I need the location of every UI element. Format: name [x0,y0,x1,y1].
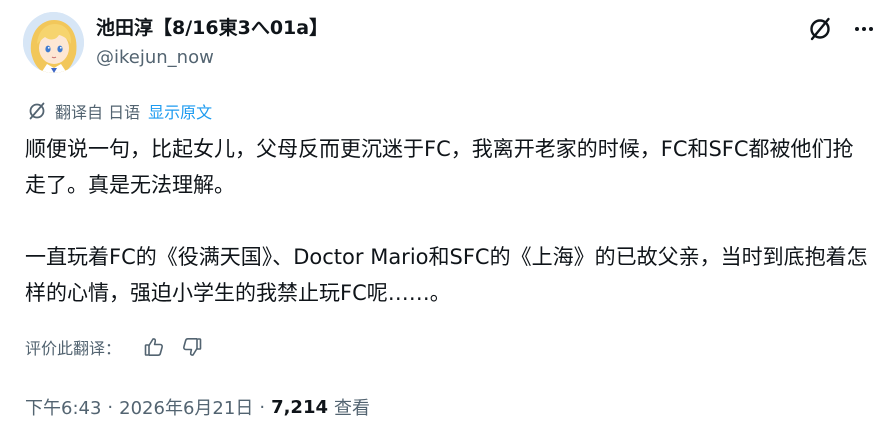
tweet-text: 顺便说一句，比起女儿，父母反而更沉迷于FC，我离开老家的时候，FC和SFC都被他… [25,131,870,311]
rate-translation-label: 评价此翻译： [25,339,122,358]
meta-separator: · [107,396,114,418]
grok-icon[interactable] [805,14,835,44]
tweet-time[interactable]: 下午6:43 [25,394,101,420]
views-count: 7,214 [271,396,328,418]
author-display-name[interactable]: 池田淳【8/16東3へ01a】 [96,16,328,40]
rate-translation-row: 评价此翻译： [25,334,205,360]
tweet-paragraph: 顺便说一句，比起女儿，父母反而更沉迷于FC，我离开老家的时候，FC和SFC都被他… [25,137,854,197]
show-original-link[interactable]: 显示原文 [148,99,212,123]
tweet-meta: 下午6:43 · 2026年6月21日 · 7,214 查看 [25,394,370,420]
views-label: 查看 [334,398,370,419]
translated-from-label: 翻译自 日语 [55,103,141,122]
more-options-icon[interactable] [849,14,879,44]
meta-separator: · [259,396,266,418]
thumbs-down-icon[interactable] [179,334,205,360]
grok-translate-icon [27,101,47,121]
author-handle[interactable]: @ikejun_now [96,46,214,70]
tweet-date[interactable]: 2026年6月21日 [119,394,253,420]
tweet-paragraph: 一直玩着FC的《役满天国》、Doctor Mario和SFC的《上海》的已故父亲… [25,245,868,305]
thumbs-up-icon[interactable] [141,334,167,360]
avatar[interactable] [23,12,84,73]
translation-notice: 翻译自 日语 显示原文 [27,99,212,123]
